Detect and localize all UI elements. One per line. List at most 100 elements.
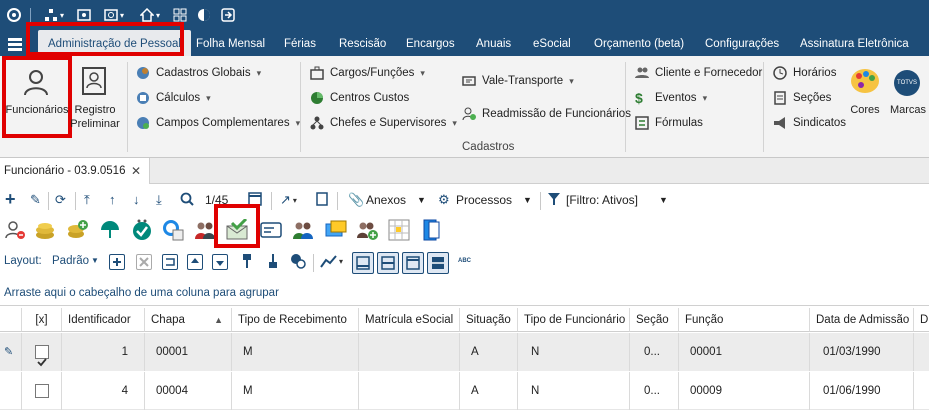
expand-icon[interactable]: [109, 254, 125, 270]
filter-chevron-down-icon[interactable]: ▼: [659, 195, 668, 205]
globe-icon[interactable]: [196, 5, 212, 25]
last-record-icon[interactable]: ⤓: [156, 192, 162, 208]
marcas-button[interactable]: TOTVS Marcas: [888, 66, 929, 126]
processos-chevron-down-icon[interactable]: ▼: [523, 195, 532, 205]
formulas-button[interactable]: Fórmulas: [635, 116, 703, 130]
tab-encargos[interactable]: Encargos: [406, 30, 455, 56]
header-situacao[interactable]: Situação: [460, 308, 518, 332]
move-down-icon[interactable]: [212, 254, 228, 270]
horarios-button[interactable]: Horários: [773, 66, 836, 80]
header-truncated[interactable]: D: [914, 308, 929, 332]
team-icon[interactable]: [292, 219, 314, 241]
people-group-icon[interactable]: [194, 219, 216, 241]
layout-option-1[interactable]: [352, 252, 374, 274]
cadastros-globais-button[interactable]: Cadastros Globais ▾: [136, 66, 261, 80]
app-logo-icon[interactable]: [6, 5, 22, 25]
first-record-icon[interactable]: ⤒: [84, 192, 90, 208]
layout-dropdown[interactable]: Padrão: [52, 255, 89, 267]
tab-anuais[interactable]: Anuais: [476, 30, 511, 56]
edit-pencil-icon[interactable]: ✎: [0, 333, 22, 371]
coins-icon[interactable]: [34, 219, 56, 241]
select-all-header[interactable]: [x]: [22, 308, 62, 332]
unpin-icon[interactable]: [266, 253, 280, 269]
id-card-icon[interactable]: [260, 219, 282, 241]
add-icon[interactable]: +: [5, 189, 16, 210]
header-identificador[interactable]: Identificador: [62, 308, 145, 332]
search-icon[interactable]: [180, 192, 194, 206]
header-funcao[interactable]: Função: [679, 308, 810, 332]
check-badge-icon[interactable]: [131, 219, 153, 241]
exit-door-icon[interactable]: [420, 219, 442, 241]
collapse-icon[interactable]: [136, 254, 152, 270]
abc-icon[interactable]: ABC: [458, 258, 471, 264]
anexos-dropdown[interactable]: Anexos: [366, 193, 406, 207]
header-tipo-recebimento[interactable]: Tipo de Recebimento: [232, 308, 359, 332]
edit-pencil-icon[interactable]: ✎: [30, 192, 41, 208]
filter-dropdown[interactable]: [Filtro: Ativos]: [566, 193, 638, 207]
row-checkbox-cell[interactable]: [22, 333, 62, 371]
eventos-button[interactable]: $ Eventos ▾: [635, 91, 707, 105]
tab-esocial[interactable]: eSocial: [533, 30, 571, 56]
refresh-icon[interactable]: ⟳: [55, 192, 66, 208]
layout-option-4[interactable]: [427, 252, 449, 274]
pin-icon[interactable]: [240, 253, 254, 269]
tab-folha-mensal[interactable]: Folha Mensal: [196, 30, 265, 56]
cargos-funcoes-button[interactable]: Cargos/Funções ▾: [310, 66, 425, 80]
row-checkbox[interactable]: [35, 345, 49, 367]
next-record-icon[interactable]: ↓: [133, 192, 140, 207]
tab-configuracoes[interactable]: Configurações: [705, 30, 779, 56]
header-secao[interactable]: Seção: [630, 308, 679, 332]
centros-custos-button[interactable]: Centros Custos: [310, 91, 409, 105]
tab-rescisao[interactable]: Rescisão: [339, 30, 386, 56]
menu-icon[interactable]: [8, 36, 22, 55]
header-tipo-funcionario[interactable]: Tipo de Funcionário: [518, 308, 630, 332]
payment-card-icon[interactable]: [325, 219, 347, 241]
umbrella-icon[interactable]: [99, 219, 121, 241]
processos-dropdown[interactable]: Processos: [456, 193, 512, 207]
report-icon[interactable]: [316, 192, 328, 206]
group-icon[interactable]: [162, 254, 178, 270]
tab-assinatura-eletronica[interactable]: Assinatura Eletrônica: [800, 30, 909, 56]
secoes-button[interactable]: Seções: [773, 91, 831, 105]
layout-option-2[interactable]: [377, 252, 399, 274]
calculos-button[interactable]: Cálculos ▾: [136, 91, 211, 105]
close-icon[interactable]: ✕: [131, 158, 141, 184]
header-data-admissao[interactable]: Data de Admissão: [810, 308, 914, 332]
campos-complementares-button[interactable]: Campos Complementares ▾: [136, 116, 300, 130]
remove-person-icon[interactable]: [4, 219, 26, 241]
row-checkbox[interactable]: [35, 384, 49, 398]
layout-option-3[interactable]: [402, 252, 424, 274]
readmissao-button[interactable]: Readmissão de Funcionários: [462, 107, 631, 121]
header-chapa[interactable]: Chapa ▲: [145, 308, 232, 332]
table-row[interactable]: 4 00004 M A N 0... 00009 01/06/1990: [0, 372, 929, 410]
coins-add-icon[interactable]: [66, 219, 88, 241]
shapes-icon[interactable]: [290, 253, 306, 269]
exit-icon[interactable]: [220, 5, 236, 25]
anexos-chevron-down-icon[interactable]: ▼: [417, 195, 426, 205]
tab-orcamento[interactable]: Orçamento (beta): [594, 30, 684, 56]
tab-funcionario-document[interactable]: Funcionário - 03.9.0516 ✕: [0, 158, 150, 184]
layout-chevron-down-icon[interactable]: ▼: [91, 256, 99, 265]
row-indicator-header: [0, 308, 22, 332]
previous-record-icon[interactable]: ↑: [109, 192, 116, 207]
chart-icon[interactable]: ▾: [320, 253, 343, 269]
clock-document-icon[interactable]: [162, 219, 184, 241]
export-icon[interactable]: ↗ ▾: [280, 192, 297, 208]
centros-custos-label: Centros Custos: [330, 92, 410, 104]
highlight-box-funcionarios: [2, 56, 72, 138]
people-add-icon[interactable]: [356, 219, 378, 241]
cores-button[interactable]: Cores: [848, 66, 882, 126]
tab-ferias[interactable]: Férias: [284, 30, 316, 56]
table-row[interactable]: ✎ 1 00001 M A N 0... 00001 01/03/1990: [0, 333, 929, 371]
calendar-grid-icon[interactable]: [388, 219, 410, 241]
cores-label: Cores: [850, 104, 880, 116]
row-checkbox-cell[interactable]: [22, 372, 62, 410]
cliente-fornecedor-button[interactable]: Cliente e Fornecedor: [635, 66, 762, 80]
chefes-supervisores-button[interactable]: Chefes e Supervisores ▾: [310, 116, 457, 130]
sindicatos-button[interactable]: Sindicatos: [773, 116, 846, 130]
header-matricula-esocial[interactable]: Matrícula eSocial: [359, 308, 460, 332]
group-by-panel[interactable]: Arraste aqui o cabeçalho de uma coluna p…: [0, 280, 929, 306]
vale-transporte-button[interactable]: Vale-Transporte ▾: [462, 74, 574, 88]
registro-preliminar-button[interactable]: Registro Preliminar: [70, 58, 120, 134]
move-up-icon[interactable]: [187, 254, 203, 270]
